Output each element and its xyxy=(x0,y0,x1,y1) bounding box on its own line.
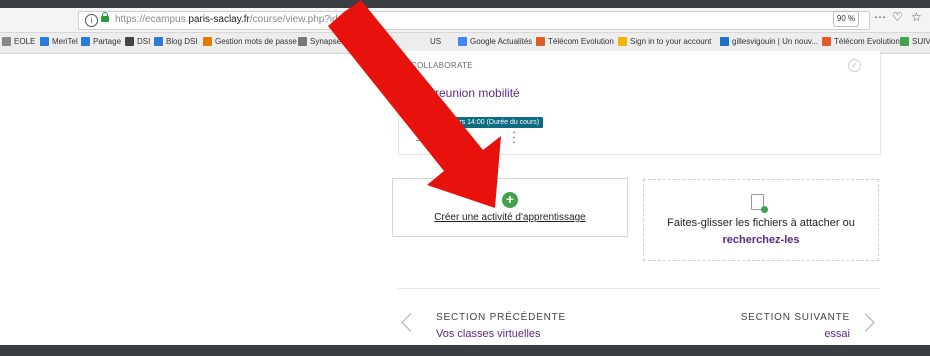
next-section-heading: SECTION SUIVANTE xyxy=(740,312,850,323)
browse-files-link[interactable]: recherchez-les xyxy=(644,234,878,246)
completion-check-icon[interactable]: ✓ xyxy=(848,59,861,72)
bookmark-favicon-icon xyxy=(458,37,467,46)
bookmark-item[interactable]: MeriTel xyxy=(40,37,78,46)
bookmark-item[interactable]: Partage xyxy=(81,37,121,46)
bookmark-item[interactable]: Gestion mots de passe xyxy=(203,37,297,46)
bookmark-item[interactable]: EOLE xyxy=(2,37,35,46)
bookmark-favicon-icon xyxy=(720,37,729,46)
url-text: https://ecampus.paris-saclay.fr/course/v… xyxy=(115,14,372,25)
bookmark-item[interactable]: Google Actualités xyxy=(458,37,532,46)
bookmark-favicon-icon xyxy=(40,37,49,46)
edit-pencil-icon[interactable]: ✎ xyxy=(459,130,469,144)
bookmark-favicon-icon xyxy=(81,37,90,46)
chevron-left-icon[interactable] xyxy=(401,313,420,332)
bookmark-favicon-icon xyxy=(536,37,545,46)
collaborate-icon xyxy=(411,85,427,101)
bookmark-item[interactable]: Télécom Evolution xyxy=(822,37,900,46)
more-actions-icon[interactable]: · · · xyxy=(511,125,517,148)
lock-icon[interactable] xyxy=(101,12,109,22)
file-drop-zone[interactable]: Faites-glisser les fichiers à attacher o… xyxy=(643,179,879,261)
chevron-right-icon[interactable] xyxy=(856,313,875,332)
bookmark-favicon-icon xyxy=(618,37,627,46)
bookmark-item[interactable]: gillesvigouin | Un nouv... xyxy=(720,37,818,46)
bookmark-item[interactable]: Télécom Evolution xyxy=(536,37,614,46)
pocket-icon[interactable]: ♡ xyxy=(892,10,903,24)
prev-section-heading: SECTION PRÉCÉDENTE xyxy=(436,312,566,323)
zoom-level-badge[interactable]: 90 % xyxy=(833,11,859,27)
bookmark-favicon-icon xyxy=(203,37,212,46)
activity-type-label: COLLABORATE xyxy=(411,61,473,70)
bookmark-favicon-icon xyxy=(125,37,134,46)
bookmark-favicon-icon xyxy=(2,37,11,46)
bookmark-item[interactable]: SynapseS xyxy=(298,37,346,46)
bookmark-favicon-icon xyxy=(822,37,831,46)
bookmark-favicon-icon xyxy=(298,37,307,46)
add-circle-icon[interactable]: + xyxy=(502,192,518,208)
prev-section-link[interactable]: Vos classes virtuelles xyxy=(436,328,541,340)
section-nav-divider xyxy=(398,288,879,289)
bookmark-favicon-icon xyxy=(346,37,355,46)
footer-bar xyxy=(0,345,930,356)
next-section-link[interactable]: essai xyxy=(824,328,850,340)
bookmark-item[interactable]: M xyxy=(346,37,365,46)
address-bar[interactable]: i https://ecampus.paris-saclay.fr/course… xyxy=(78,11,870,30)
date-badge: vendredi 6 mars 14:00 (Durée du cours) xyxy=(411,117,544,128)
bookmark-favicon-icon xyxy=(900,37,909,46)
bookmark-item[interactable]: DSI xyxy=(125,37,150,46)
bookmark-favicon-icon xyxy=(154,37,163,46)
activity-card: COLLABORATE ✓ reunion mobilité vendredi … xyxy=(398,51,881,155)
bookmark-item[interactable]: Sign in to your account xyxy=(618,37,711,46)
create-activity-box[interactable]: + Créer une activité d'apprentissage xyxy=(392,178,628,237)
bookmark-item[interactable]: US xyxy=(430,37,441,46)
bookmark-star-icon[interactable]: ☆ xyxy=(911,10,922,24)
info-icon[interactable]: i xyxy=(85,14,98,27)
bookmark-item[interactable]: Blog DSI xyxy=(154,37,198,46)
activity-title-link[interactable]: reunion mobilité xyxy=(435,86,520,100)
drop-zone-text: Faites-glisser les fichiers à attacher o… xyxy=(667,217,855,229)
move-arrow-icon[interactable]: → xyxy=(413,130,427,146)
browser-toolbar: i https://ecampus.paris-saclay.fr/course… xyxy=(0,8,930,33)
bookmark-item[interactable]: SUIVI MOOC IMT afra xyxy=(900,37,930,46)
create-activity-link[interactable]: Créer une activité d'apprentissage xyxy=(393,212,627,223)
more-icon[interactable]: ⋯ xyxy=(874,10,886,24)
file-add-icon xyxy=(751,194,768,213)
browser-top-strip xyxy=(0,0,930,8)
